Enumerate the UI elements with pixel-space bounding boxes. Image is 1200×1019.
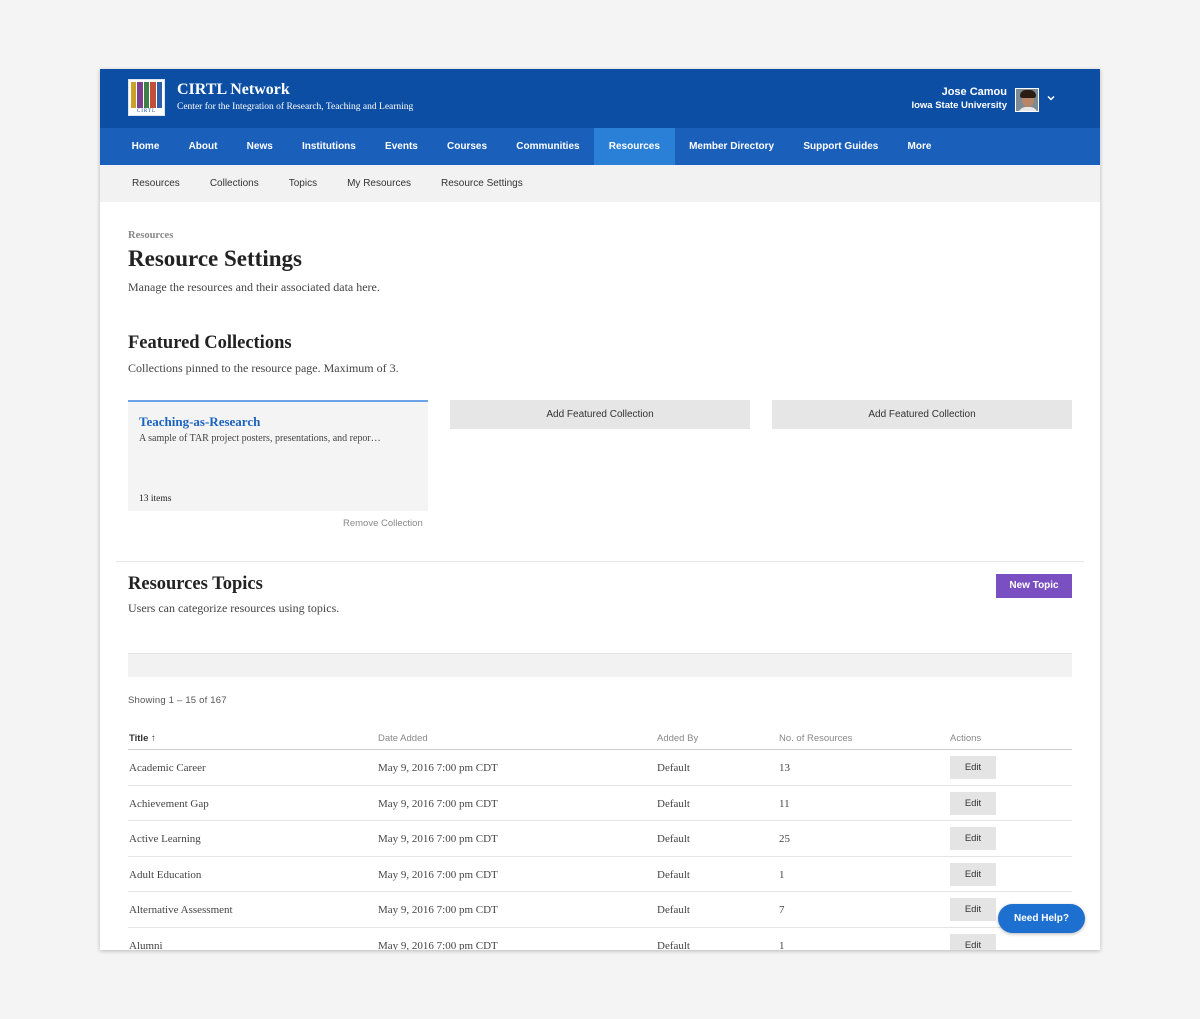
cell-title: Achievement Gap [129, 797, 209, 810]
cell-date-added: May 9, 2016 7:00 pm CDT [378, 797, 498, 810]
cell-added-by: Default [657, 797, 690, 810]
collection-title[interactable]: Teaching-as-Research [139, 414, 260, 430]
nav-item-about[interactable]: About [174, 128, 232, 165]
remove-collection-link[interactable]: Remove Collection [343, 518, 423, 529]
avatar[interactable] [1015, 88, 1039, 112]
cell-resource-count: 7 [779, 904, 785, 917]
cell-added-by: Default [657, 939, 690, 950]
nav-item-home[interactable]: Home [117, 128, 174, 165]
new-topic-button[interactable]: New Topic [996, 574, 1072, 598]
edit-button[interactable]: Edit [950, 933, 996, 950]
add-featured-collection-button[interactable]: Add Featured Collection [450, 400, 750, 429]
column-header-added-by[interactable]: Added By [657, 733, 698, 744]
cell-resource-count: 1 [779, 939, 785, 950]
cell-resource-count: 11 [779, 797, 790, 810]
user-name: Jose Camou [941, 86, 1007, 98]
chevron-down-icon[interactable] [1045, 93, 1057, 105]
edit-button[interactable]: Edit [950, 862, 996, 886]
featured-collection-card[interactable]: Teaching-as-Research A sample of TAR pro… [128, 400, 428, 511]
column-header-title[interactable]: Title ↑ [129, 733, 156, 744]
user-info[interactable]: Jose Camou Iowa State University [911, 86, 1007, 112]
logo-wordmark: CIRTL [136, 109, 157, 114]
cell-title: Adult Education [129, 868, 202, 881]
section-divider [116, 561, 1084, 562]
cell-added-by: Default [657, 762, 690, 774]
main-nav: Home About News Institutions Events Cour… [100, 128, 1100, 165]
table-row: Active Learning May 9, 2016 7:00 pm CDT … [128, 821, 1072, 857]
app-window: CIRTL CIRTL Network Center for the Integ… [100, 69, 1100, 950]
logo-mark [129, 80, 164, 108]
nav-item-communities[interactable]: Communities [502, 128, 595, 165]
cell-resource-count: 1 [779, 868, 785, 881]
need-help-button[interactable]: Need Help? [998, 904, 1085, 933]
subnav-item-resource-settings[interactable]: Resource Settings [426, 165, 538, 202]
table-row: Academic Career May 9, 2016 7:00 pm CDT … [128, 750, 1072, 786]
pagination-summary: Showing 1 – 15 of 167 [128, 695, 227, 706]
cirtl-logo[interactable]: CIRTL [128, 79, 165, 116]
page-description: Manage the resources and their associate… [128, 280, 380, 294]
column-header-date-added[interactable]: Date Added [378, 733, 428, 744]
collection-description: A sample of TAR project posters, present… [139, 433, 381, 444]
nav-item-institutions[interactable]: Institutions [287, 128, 370, 165]
cell-date-added: May 9, 2016 7:00 pm CDT [378, 833, 498, 846]
add-featured-collection-button[interactable]: Add Featured Collection [772, 400, 1072, 429]
cell-title: Academic Career [129, 762, 206, 774]
cell-resource-count: 25 [779, 833, 790, 846]
cell-resource-count: 13 [779, 762, 790, 774]
topics-table: Title ↑ Date Added Added By No. of Resou… [128, 727, 1072, 950]
breadcrumb[interactable]: Resources [128, 230, 173, 241]
cell-date-added: May 9, 2016 7:00 pm CDT [378, 868, 498, 881]
site-subtitle: Center for the Integration of Research, … [177, 102, 414, 112]
nav-item-more[interactable]: More [893, 128, 946, 165]
cell-title: Alternative Assessment [129, 904, 233, 917]
resources-topics-description: Users can categorize resources using top… [128, 601, 340, 615]
nav-item-courses[interactable]: Courses [432, 128, 501, 165]
nav-item-news[interactable]: News [232, 128, 287, 165]
avatar-body [1018, 107, 1038, 111]
cell-title: Alumni [129, 939, 163, 950]
cell-date-added: May 9, 2016 7:00 pm CDT [378, 904, 498, 917]
edit-button[interactable]: Edit [950, 791, 996, 815]
subnav-item-collections[interactable]: Collections [195, 165, 274, 202]
column-header-actions: Actions [950, 733, 982, 744]
resources-topics-title: Resources Topics [128, 574, 263, 594]
filter-bar[interactable] [128, 653, 1072, 677]
nav-item-member-directory[interactable]: Member Directory [675, 128, 789, 165]
subnav-item-topics[interactable]: Topics [274, 165, 332, 202]
cell-added-by: Default [657, 904, 690, 917]
edit-button[interactable]: Edit [950, 827, 996, 851]
table-row: Alternative Assessment May 9, 2016 7:00 … [128, 892, 1072, 928]
site-title[interactable]: CIRTL Network [177, 81, 290, 99]
cell-date-added: May 9, 2016 7:00 pm CDT [378, 939, 498, 950]
sub-nav: Resources Collections Topics My Resource… [100, 165, 1100, 202]
featured-collections-description: Collections pinned to the resource page.… [128, 361, 399, 375]
table-row: Alumni May 9, 2016 7:00 pm CDT Default 1… [128, 928, 1072, 950]
page-title: Resource Settings [128, 246, 302, 271]
cell-date-added: May 9, 2016 7:00 pm CDT [378, 762, 498, 774]
user-org: Iowa State University [911, 100, 1007, 111]
cell-added-by: Default [657, 868, 690, 881]
cell-added-by: Default [657, 833, 690, 846]
avatar-hair [1020, 90, 1036, 98]
subnav-item-resources[interactable]: Resources [117, 165, 195, 202]
table-header: Title ↑ Date Added Added By No. of Resou… [128, 727, 1072, 750]
nav-item-support-guides[interactable]: Support Guides [789, 128, 893, 165]
site-header: CIRTL CIRTL Network Center for the Integ… [100, 69, 1100, 128]
edit-button[interactable]: Edit [950, 898, 996, 922]
nav-item-resources[interactable]: Resources [594, 128, 675, 165]
nav-item-events[interactable]: Events [370, 128, 432, 165]
edit-button[interactable]: Edit [950, 756, 996, 779]
cell-title: Active Learning [129, 833, 201, 846]
column-header-no-of-resources[interactable]: No. of Resources [779, 733, 852, 744]
featured-collections-title: Featured Collections [128, 333, 292, 353]
collection-item-count: 13 items [139, 494, 172, 504]
table-row: Achievement Gap May 9, 2016 7:00 pm CDT … [128, 786, 1072, 822]
subnav-item-my-resources[interactable]: My Resources [332, 165, 426, 202]
table-row: Adult Education May 9, 2016 7:00 pm CDT … [128, 857, 1072, 893]
